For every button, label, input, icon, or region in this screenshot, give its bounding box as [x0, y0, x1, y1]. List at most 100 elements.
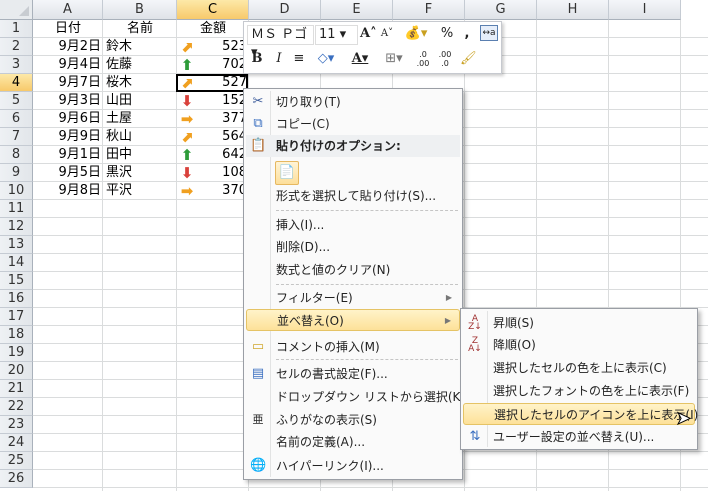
row-header-16[interactable]: 16	[0, 290, 33, 308]
merge-center-icon[interactable]: ↔a	[480, 25, 498, 41]
name-cell[interactable]: 秋山	[106, 128, 176, 146]
center-align-icon[interactable]: ≡	[292, 50, 306, 68]
menu-clear-contents[interactable]: 数式と値のクリア(N)	[246, 259, 460, 281]
row-header-14[interactable]: 14	[0, 254, 33, 272]
sort-by-cell-icon[interactable]: 選択したセルのアイコンを上に表示(I)	[463, 403, 698, 425]
menu-define-name[interactable]: 名前の定義(A)...	[246, 431, 460, 453]
active-cell-c4[interactable]	[176, 74, 248, 92]
column-header-i[interactable]: I	[609, 0, 681, 20]
italic-button[interactable]: I	[272, 50, 286, 68]
amount-cell[interactable]: 642	[200, 146, 247, 164]
date-cell[interactable]: 9月6日	[33, 110, 101, 128]
row-header-10[interactable]: 10	[0, 182, 33, 200]
percent-button[interactable]: %	[440, 25, 454, 43]
row-header-19[interactable]: 19	[0, 344, 33, 362]
menu-pick-from-dropdown[interactable]: ドロップダウン リストから選択(K)...	[246, 386, 477, 408]
row-header-22[interactable]: 22	[0, 398, 33, 416]
sort-by-font-color[interactable]: 選択したフォントの色を上に表示(F)	[463, 380, 695, 402]
column-header-e[interactable]: E	[321, 0, 393, 20]
column-header-f[interactable]: F	[393, 0, 465, 20]
name-cell[interactable]: 山田	[106, 92, 176, 110]
row-header-4[interactable]: 4	[0, 74, 33, 92]
bold-button[interactable]: B	[250, 50, 264, 68]
date-cell[interactable]: 9月3日	[33, 92, 101, 110]
comma-button[interactable]: ,	[462, 25, 472, 43]
row-header-21[interactable]: 21	[0, 380, 33, 398]
fill-color-icon[interactable]: ◇▾	[314, 50, 338, 68]
column-header-h[interactable]: H	[537, 0, 609, 20]
accounting-format-icon[interactable]: 💰▾	[404, 25, 428, 43]
date-cell[interactable]: 9月4日	[33, 56, 101, 74]
name-cell[interactable]: 田中	[106, 146, 176, 164]
name-cell[interactable]: 鈴木	[106, 38, 176, 56]
row-header-17[interactable]: 17	[0, 308, 33, 326]
name-cell[interactable]: 平沢	[106, 182, 176, 200]
name-cell[interactable]: 土屋	[106, 110, 176, 128]
row-header-24[interactable]: 24	[0, 434, 33, 452]
paste-button[interactable]: 📄	[275, 161, 299, 185]
name-cell[interactable]: 桜木	[106, 74, 176, 92]
menu-show-furigana[interactable]: 亜ふりがなの表示(S)	[246, 409, 460, 431]
row-header-12[interactable]: 12	[0, 218, 33, 236]
font-name-dropdown[interactable]: ＭＳ Ｐゴ ▾	[247, 25, 314, 60]
menu-copy[interactable]: ⧉ コピー(C)	[246, 113, 460, 135]
menu-filter[interactable]: フィルター(E) ▶	[246, 287, 460, 309]
shrink-font-icon[interactable]: A˅	[380, 25, 394, 43]
sort-ascending[interactable]: A Z↓ 昇順(S)	[463, 312, 695, 334]
menu-cut[interactable]: ✂ 切り取り(T)	[246, 91, 460, 113]
date-cell[interactable]: 9月9日	[33, 128, 101, 146]
row-header-8[interactable]: 8	[0, 146, 33, 164]
row-header-20[interactable]: 20	[0, 362, 33, 380]
format-painter-icon[interactable]: 🖌	[460, 50, 477, 68]
row-header-18[interactable]: 18	[0, 326, 33, 344]
column-header-g[interactable]: G	[465, 0, 537, 20]
select-all-button[interactable]	[0, 0, 33, 20]
menu-format-cells[interactable]: ▤ セルの書式設定(F)...	[246, 363, 460, 385]
sort-descending[interactable]: Z A↓ 降順(O)	[463, 334, 695, 356]
column-header-b[interactable]: B	[103, 0, 177, 20]
date-cell[interactable]: 9月5日	[33, 164, 101, 182]
row-header-26[interactable]: 26	[0, 470, 33, 488]
row-header-1[interactable]: 1	[0, 20, 33, 38]
row-header-15[interactable]: 15	[0, 272, 33, 290]
amount-cell[interactable]: 108	[200, 164, 247, 182]
column-header-d[interactable]: D	[249, 0, 321, 20]
menu-delete[interactable]: 削除(D)...	[246, 236, 460, 258]
row-header-5[interactable]: 5	[0, 92, 33, 110]
menu-paste-special[interactable]: 形式を選択して貼り付け(S)...	[246, 185, 460, 207]
increase-decimal-icon[interactable]: .0.00	[414, 50, 432, 68]
sort-by-cell-color[interactable]: 選択したセルの色を上に表示(C)	[463, 357, 695, 379]
amount-cell[interactable]: 702	[200, 56, 247, 74]
date-cell[interactable]: 9月2日	[33, 38, 101, 56]
name-cell[interactable]: 黒沢	[106, 164, 176, 182]
borders-icon[interactable]: ⊞▾	[382, 50, 406, 68]
row-header-11[interactable]: 11	[0, 200, 33, 218]
amount-cell[interactable]: 523	[200, 38, 247, 56]
font-color-icon[interactable]: A▾	[348, 50, 372, 68]
amount-cell[interactable]: 377	[200, 110, 247, 128]
row-header-9[interactable]: 9	[0, 164, 33, 182]
menu-hyperlink[interactable]: 🌐 ハイパーリンク(I)...	[246, 455, 460, 477]
row-header-2[interactable]: 2	[0, 38, 33, 56]
row-header-3[interactable]: 3	[0, 56, 33, 74]
custom-sort[interactable]: ⇅ ユーザー設定の並べ替え(U)...	[463, 426, 695, 448]
name-cell[interactable]: 佐藤	[106, 56, 176, 74]
menu-insert-comment[interactable]: ▭ コメントの挿入(M)	[246, 336, 460, 358]
column-header-a[interactable]: A	[33, 0, 103, 20]
menu-insert[interactable]: 挿入(I)...	[246, 214, 460, 236]
date-cell[interactable]: 9月8日	[33, 182, 101, 200]
font-size-dropdown[interactable]: 11 ▾	[315, 25, 358, 45]
amount-cell[interactable]: 370	[200, 182, 247, 200]
row-header-6[interactable]: 6	[0, 110, 33, 128]
column-header-c[interactable]: C	[177, 0, 249, 20]
amount-cell[interactable]: 152	[200, 92, 247, 110]
menu-sort[interactable]: 並べ替え(O) ▶	[246, 309, 460, 331]
row-header-25[interactable]: 25	[0, 452, 33, 470]
row-header-13[interactable]: 13	[0, 236, 33, 254]
row-header-7[interactable]: 7	[0, 128, 33, 146]
date-cell[interactable]: 9月7日	[33, 74, 101, 92]
row-header-23[interactable]: 23	[0, 416, 33, 434]
decrease-decimal-icon[interactable]: .00.0	[436, 50, 454, 68]
date-cell[interactable]: 9月1日	[33, 146, 101, 164]
amount-cell[interactable]: 564	[200, 128, 247, 146]
